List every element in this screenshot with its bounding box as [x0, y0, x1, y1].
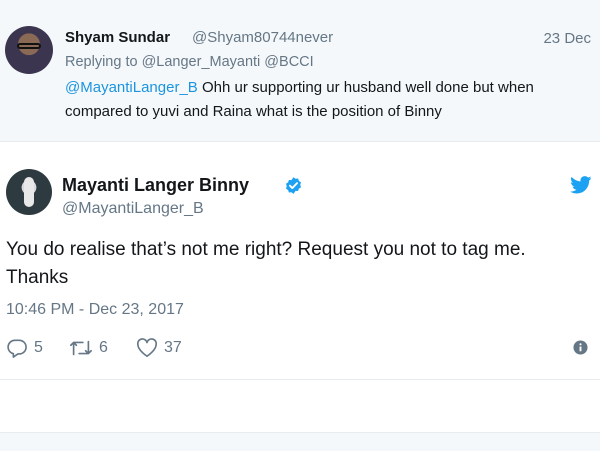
reply-tweet-text: @MayantiLanger_B Ohh ur supporting ur hu… [65, 76, 590, 124]
replying-to-mentions[interactable]: @Langer_Mayanti @BCCI [142, 54, 314, 70]
reply-date[interactable]: 23 Dec [543, 30, 591, 47]
main-author-name[interactable]: Mayanti Langer Binny [62, 175, 249, 196]
heart-icon [137, 338, 157, 357]
info-icon[interactable] [573, 340, 588, 355]
reply-button[interactable]: 5 [6, 336, 43, 360]
retweet-icon [70, 340, 92, 356]
verified-badge-icon [285, 177, 302, 194]
like-button[interactable]: 37 [136, 336, 182, 360]
like-count: 37 [164, 339, 182, 356]
replying-prefix: Replying to [65, 54, 138, 70]
retweet-button[interactable]: 6 [69, 336, 108, 360]
avatar[interactable] [5, 26, 53, 74]
divider [0, 379, 600, 380]
main-tweet-text: You do realise that’s not me right? Requ… [6, 239, 526, 288]
avatar[interactable] [6, 169, 52, 215]
reply-count: 5 [34, 339, 43, 356]
tweet-timestamp[interactable]: 10:46 PM - Dec 23, 2017 [6, 301, 184, 319]
reply-tweet[interactable]: Shyam Sundar @Shyam80744never 23 Dec Rep… [0, 0, 600, 141]
main-author-handle[interactable]: @MayantiLanger_B [62, 200, 204, 218]
avatar-figure [24, 177, 34, 207]
avatar-glasses [17, 43, 41, 49]
reply-author-handle[interactable]: @Shyam80744never [192, 29, 333, 46]
reply-author-name[interactable]: Shyam Sundar [65, 29, 170, 46]
twitter-bird-icon[interactable] [570, 176, 592, 194]
retweet-count: 6 [99, 339, 108, 356]
reply-mention-link[interactable]: @MayantiLanger_B [65, 79, 198, 96]
reply-icon [7, 339, 27, 358]
divider [0, 141, 600, 142]
next-tweet-strip [0, 432, 600, 451]
replying-to-line: Replying to @Langer_Mayanti @BCCI [65, 54, 314, 70]
